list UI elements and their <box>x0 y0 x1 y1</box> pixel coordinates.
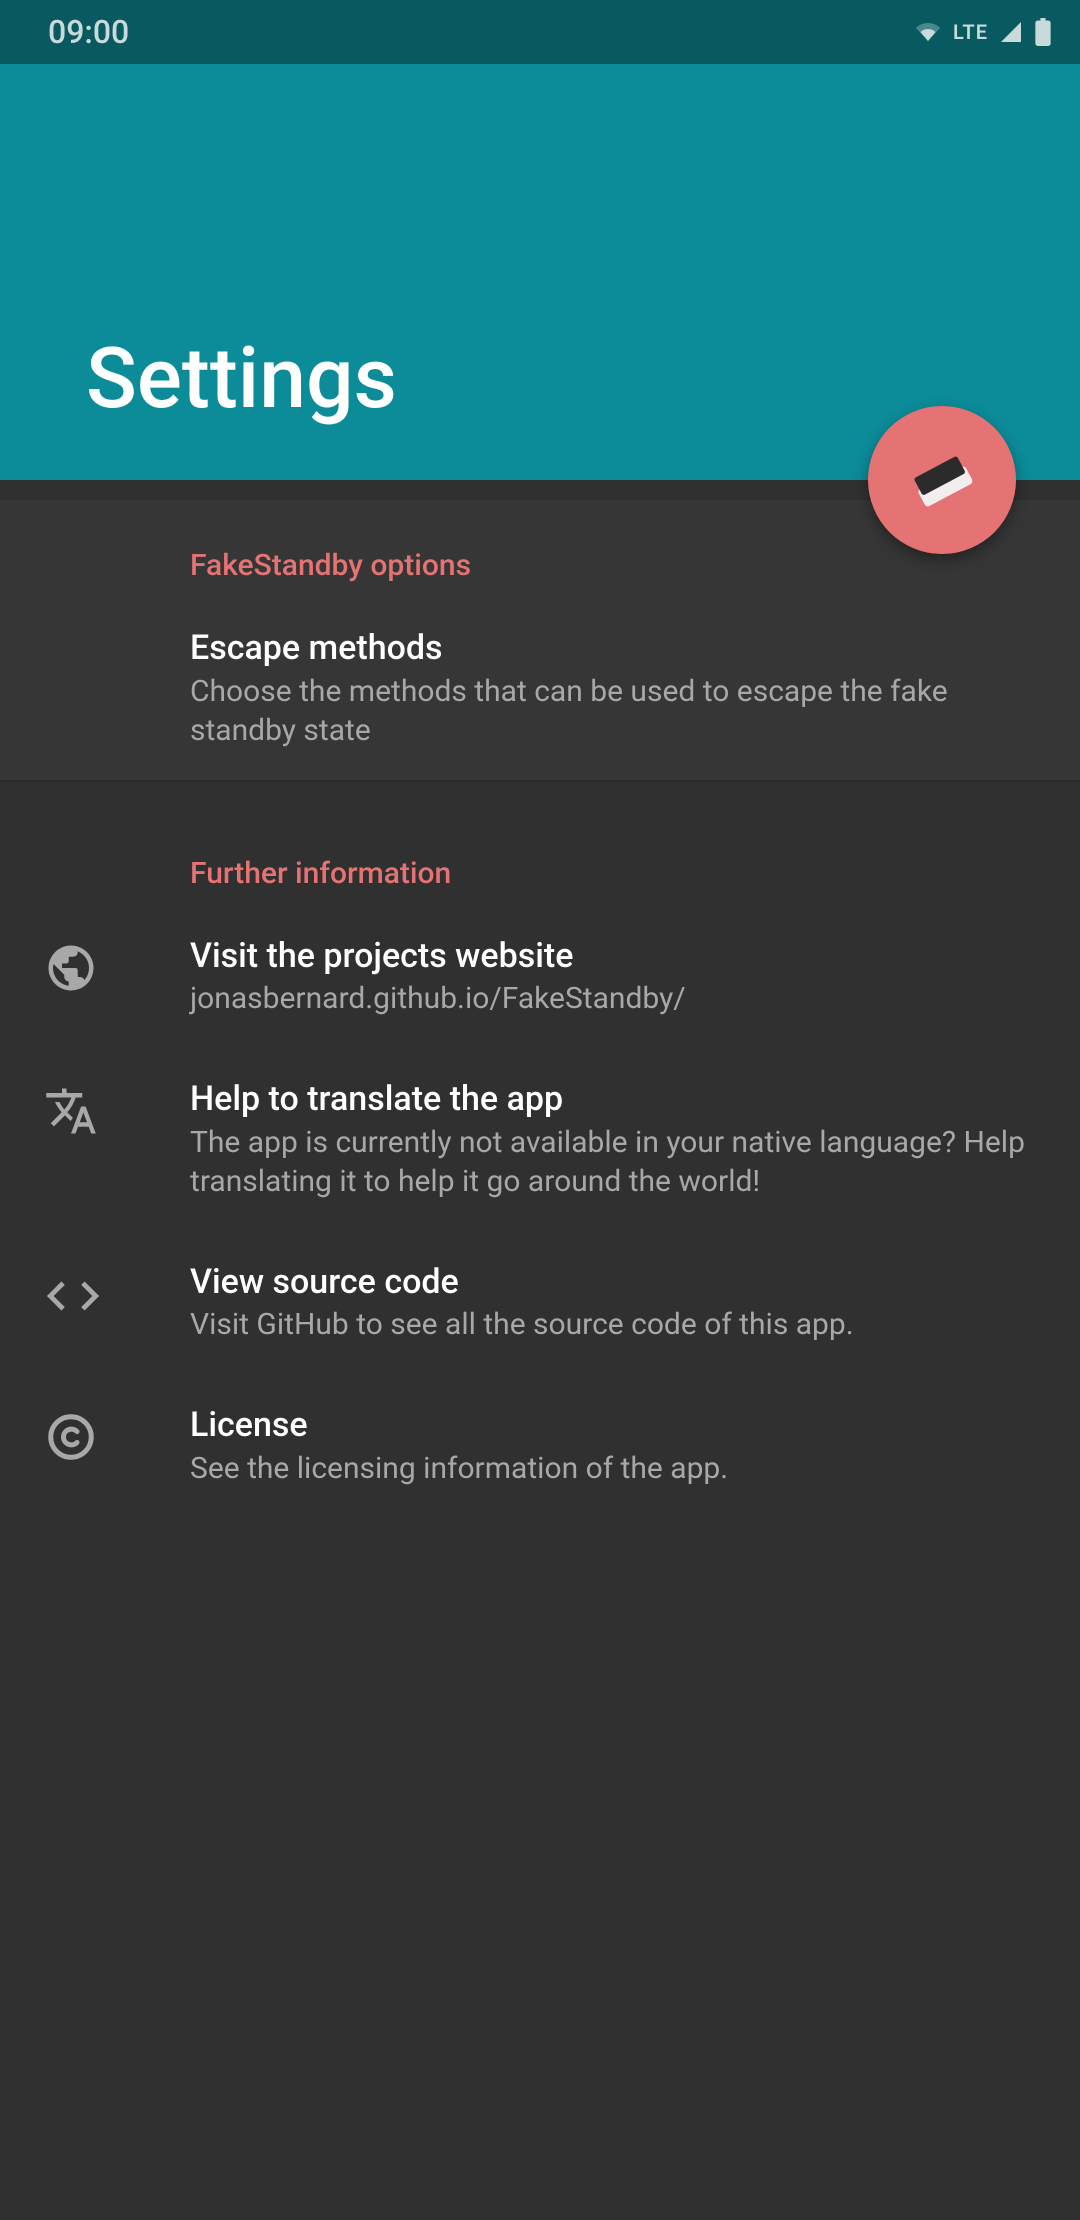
item-subtitle: The app is currently not available in yo… <box>190 1123 1040 1201</box>
item-visit-website[interactable]: Visit the projects website jonasbernard.… <box>0 905 1080 1049</box>
item-title: View source code <box>190 1261 1040 1304</box>
item-subtitle: Choose the methods that can be used to e… <box>190 672 1040 750</box>
wifi-icon <box>913 20 943 44</box>
item-title: Help to translate the app <box>190 1078 1040 1121</box>
lte-label: LTE <box>953 20 988 44</box>
translate-icon <box>0 1078 190 1138</box>
fab-screen-off-button[interactable] <box>868 406 1016 554</box>
phone-screen-icon <box>903 441 981 519</box>
item-subtitle: Visit GitHub to see all the source code … <box>190 1305 1040 1344</box>
item-title: Visit the projects website <box>190 935 1040 978</box>
status-bar: 09:00 LTE <box>0 0 1080 64</box>
code-icon <box>0 1261 190 1325</box>
item-license[interactable]: License See the licensing information of… <box>0 1374 1080 1518</box>
item-title: Escape methods <box>190 627 1040 670</box>
status-time: 09:00 <box>48 13 129 51</box>
settings-content: FakeStandby options Escape methods Choos… <box>0 480 1080 1518</box>
item-escape-methods[interactable]: Escape methods Choose the methods that c… <box>0 597 1080 780</box>
status-icons: LTE <box>913 18 1052 46</box>
spacer <box>0 627 190 633</box>
item-subtitle: See the licensing information of the app… <box>190 1449 1040 1488</box>
signal-icon <box>998 20 1024 44</box>
battery-icon <box>1034 18 1052 46</box>
section-header-info: Further information <box>0 828 1080 905</box>
item-subtitle: jonasbernard.github.io/FakeStandby/ <box>190 979 1040 1018</box>
page-title: Settings <box>86 329 397 428</box>
item-translate-app[interactable]: Help to translate the app The app is cur… <box>0 1048 1080 1231</box>
globe-icon <box>0 935 190 995</box>
item-title: License <box>190 1404 1040 1447</box>
item-view-source[interactable]: View source code Visit GitHub to see all… <box>0 1231 1080 1375</box>
copyright-icon <box>0 1404 190 1464</box>
